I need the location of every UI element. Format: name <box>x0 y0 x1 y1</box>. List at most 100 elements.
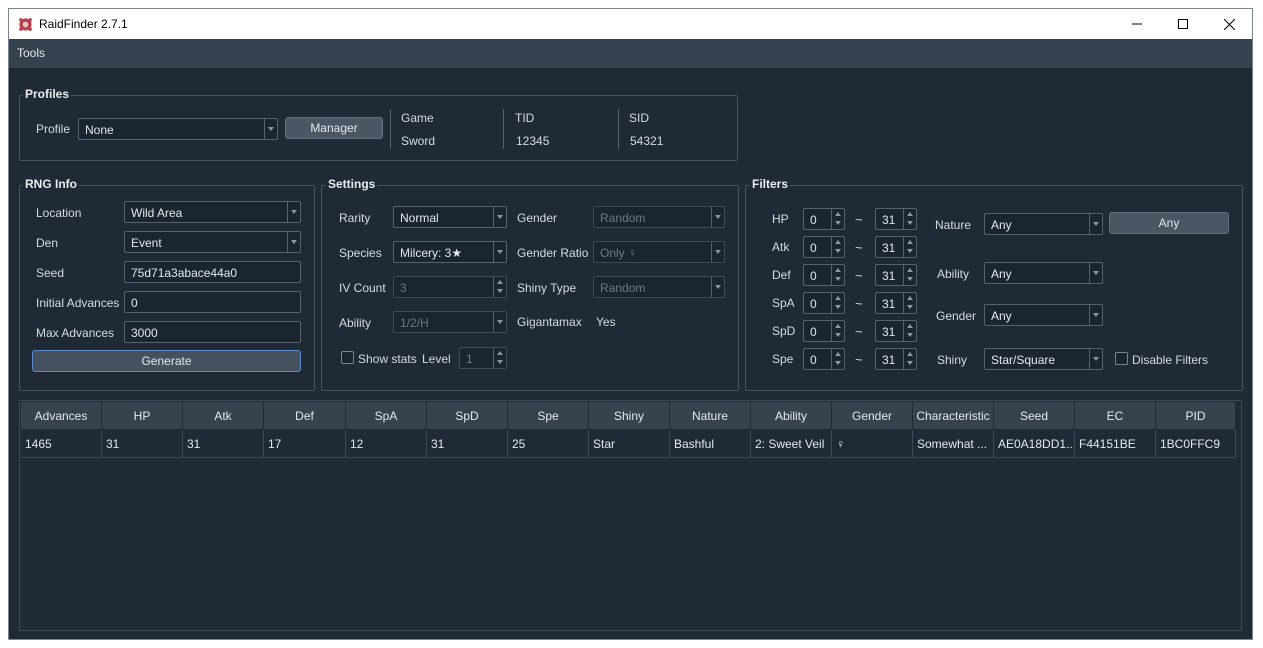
filter-shiny-combo[interactable]: Star/Square <box>984 348 1103 370</box>
cell-spa[interactable]: 12 <box>346 430 427 458</box>
column-header-seed[interactable]: Seed <box>994 402 1075 429</box>
iv-max-spd[interactable]: 31 <box>875 320 917 342</box>
iv-min-def[interactable]: 0 <box>803 264 845 286</box>
nature-any-button[interactable]: Any <box>1109 212 1229 234</box>
species-combo[interactable]: Milcery: 3★ <box>393 241 507 263</box>
column-header-gender[interactable]: Gender <box>832 402 913 429</box>
cell-nature[interactable]: Bashful <box>670 430 751 458</box>
range-tilde: ~ <box>855 268 863 283</box>
rarity-combo[interactable]: Normal <box>393 206 507 228</box>
minimize-button[interactable] <box>1114 9 1160 39</box>
nature-combo[interactable]: Any <box>984 213 1103 235</box>
column-header-advances[interactable]: Advances <box>21 402 102 429</box>
iv-max-def[interactable]: 31 <box>875 264 917 286</box>
iv-min-spa[interactable]: 0 <box>803 292 845 314</box>
iv-min-hp[interactable]: 0 <box>803 208 845 230</box>
seed-label: Seed <box>36 266 65 280</box>
sid-value: 54321 <box>630 134 664 148</box>
cell-advances[interactable]: 1465 <box>21 430 102 458</box>
cell-ability[interactable]: 2: Sweet Veil <box>751 430 832 458</box>
den-label: Den <box>36 236 59 250</box>
column-header-def[interactable]: Def <box>264 402 346 429</box>
gigantamax-value: Yes <box>596 315 616 329</box>
iv-max-spe[interactable]: 31 <box>875 348 917 370</box>
game-value: Sword <box>401 134 436 148</box>
filter-ability-label: Ability <box>937 267 970 281</box>
game-label: Game <box>401 111 434 125</box>
iv-min-atk[interactable]: 0 <box>803 236 845 258</box>
spin-arrows-icon <box>903 209 916 229</box>
column-header-nature[interactable]: Nature <box>670 402 751 429</box>
iv-max-atk[interactable]: 31 <box>875 236 917 258</box>
location-combo[interactable]: Wild Area <box>124 201 301 223</box>
den-combo[interactable]: Event <box>124 231 301 253</box>
table-row[interactable]: 1465 31 31 17 12 31 25 Star Bashful 2: Sweet Veil… <box>21 430 1236 458</box>
menu-tools[interactable]: Tools <box>17 46 45 60</box>
cell-characteristic[interactable]: Somewhat ... <box>913 430 994 458</box>
cell-ec[interactable]: F44151BE <box>1075 430 1156 458</box>
iv-max-spa[interactable]: 31 <box>875 292 917 314</box>
ability-combo[interactable]: 1/2/H <box>393 311 507 333</box>
gender-ratio-combo[interactable]: Only ♀ <box>593 241 725 263</box>
iv-count-stepper[interactable]: 3 <box>393 276 507 298</box>
iv-min-spd[interactable]: 0 <box>803 320 845 342</box>
column-header-pid[interactable]: PID <box>1156 402 1236 429</box>
cell-atk[interactable]: 31 <box>183 430 264 458</box>
gender-combo[interactable]: Random <box>593 206 725 228</box>
filter-gender-combo[interactable]: Any <box>984 304 1103 326</box>
column-header-shiny[interactable]: Shiny <box>589 402 670 429</box>
menu-bar: Tools <box>9 39 1252 68</box>
column-header-spa[interactable]: SpA <box>346 402 427 429</box>
cell-spe[interactable]: 25 <box>508 430 589 458</box>
max-advances-label: Max Advances <box>36 326 115 340</box>
column-header-ability[interactable]: Ability <box>751 402 832 429</box>
show-stats-checkbox[interactable] <box>341 351 354 364</box>
seed-input[interactable]: 75d71a3abace44a0 <box>124 261 301 283</box>
cell-gender[interactable]: ♀ <box>832 430 913 458</box>
spin-arrows-icon <box>903 321 916 341</box>
spin-arrows-icon <box>831 293 844 313</box>
cell-shiny[interactable]: Star <box>589 430 670 458</box>
column-header-ec[interactable]: EC <box>1075 402 1156 429</box>
cell-hp[interactable]: 31 <box>102 430 183 458</box>
spin-arrows-icon <box>831 321 844 341</box>
level-stepper[interactable]: 1 <box>459 347 507 369</box>
location-label: Location <box>36 206 82 220</box>
generate-button[interactable]: Generate <box>32 350 301 372</box>
iv-min-spe[interactable]: 0 <box>803 348 845 370</box>
column-header-spe[interactable]: Spe <box>508 402 589 429</box>
filter-ability-combo[interactable]: Any <box>984 262 1103 284</box>
window-title: RaidFinder 2.7.1 <box>39 17 128 31</box>
chevron-down-icon <box>1089 305 1102 325</box>
nature-label: Nature <box>935 218 972 232</box>
cell-def[interactable]: 17 <box>264 430 346 458</box>
chevron-down-icon <box>711 242 724 262</box>
cell-seed[interactable]: AE0A18DD1... <box>994 430 1075 458</box>
settings-title: Settings <box>326 177 378 191</box>
disable-filters-checkbox[interactable] <box>1115 352 1128 365</box>
column-header-characteristic[interactable]: Characteristic <box>913 402 994 429</box>
close-button[interactable] <box>1206 9 1252 39</box>
divider <box>618 109 619 149</box>
manager-button[interactable]: Manager <box>285 117 383 139</box>
max-advances-input[interactable]: 3000 <box>124 321 301 343</box>
profile-combo[interactable]: None <box>78 118 278 140</box>
column-header-atk[interactable]: Atk <box>183 402 264 429</box>
iv-max-hp[interactable]: 31 <box>875 208 917 230</box>
column-header-hp[interactable]: HP <box>102 402 183 429</box>
minimize-icon <box>1132 23 1142 25</box>
close-icon <box>1223 18 1235 30</box>
species-label: Species <box>339 246 382 260</box>
initial-advances-input[interactable]: 0 <box>124 291 301 313</box>
maximize-button[interactable] <box>1160 9 1206 39</box>
spin-arrows-icon <box>831 349 844 369</box>
profile-label: Profile <box>36 122 71 136</box>
column-header-spd[interactable]: SpD <box>427 402 508 429</box>
divider <box>503 109 504 149</box>
app-window: RaidFinder 2.7.1 Tools Profiles Profile … <box>8 8 1253 640</box>
cell-spd[interactable]: 31 <box>427 430 508 458</box>
results-table[interactable]: Advances HP Atk Def SpA SpD Spe Shiny Nature Abil… <box>19 400 1242 631</box>
shiny-type-combo[interactable]: Random <box>593 276 725 298</box>
cell-pid[interactable]: 1BC0FFC9 <box>1156 430 1236 458</box>
spin-arrows-icon <box>903 349 916 369</box>
